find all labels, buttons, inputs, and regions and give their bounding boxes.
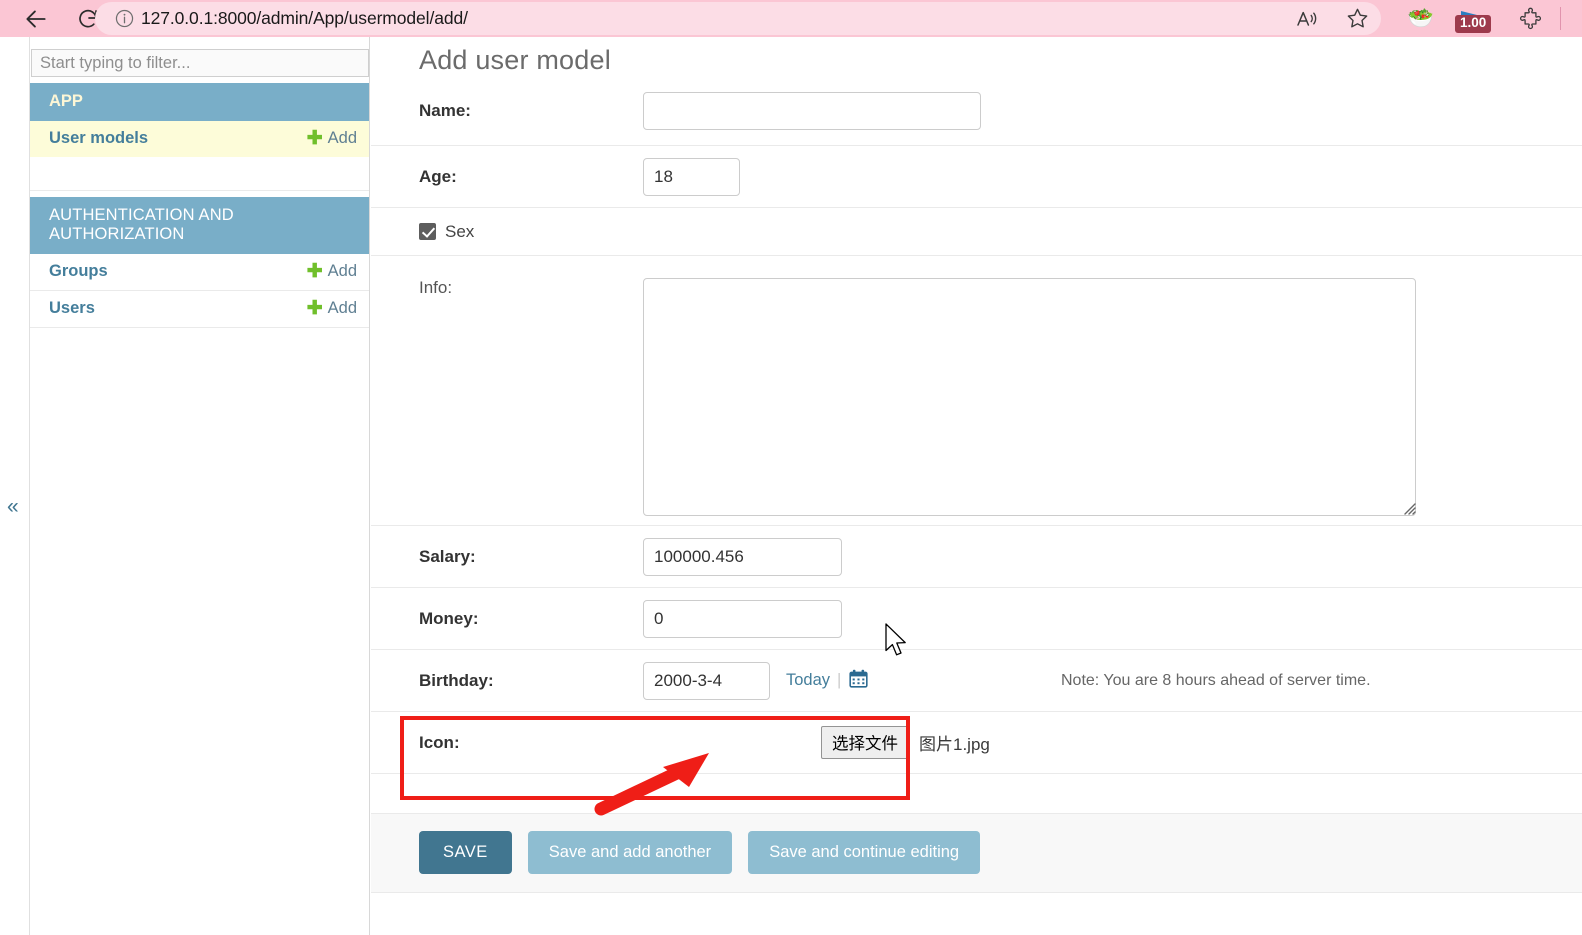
sidebar-group-header-auth: AUTHENTICATION AND AUTHORIZATION (30, 197, 369, 254)
flag-badge: 1.00 (1455, 15, 1492, 33)
add-label: Add (327, 299, 357, 317)
name-input[interactable] (643, 91, 981, 130)
sidebar-item-users[interactable]: Users ✚ Add (30, 291, 369, 328)
form-row-icon: Icon: 选择文件 图片1.jpg (371, 712, 1582, 774)
add-label: Add (327, 262, 357, 280)
address-bar[interactable]: 127.0.0.1:8000/admin/App/usermodel/add/ (95, 2, 1381, 35)
form-row-age: Age: (371, 146, 1582, 208)
age-input[interactable] (643, 157, 740, 196)
favorite-star-icon[interactable] (1338, 2, 1376, 35)
sidebar-item-label: Groups (49, 262, 108, 280)
submit-row: SAVE Save and add another Save and conti… (371, 814, 1582, 893)
shortcut-separator: | (837, 671, 842, 689)
sidebar-item-label: Users (49, 299, 95, 317)
today-link[interactable]: Today (786, 671, 830, 690)
page-body: « APP User models ✚ Add AUTHENTICATION A… (0, 37, 1582, 935)
sidebar-group-auth: AUTHENTICATION AND AUTHORIZATION Groups … (30, 197, 369, 328)
add-label: Add (327, 129, 357, 147)
sidebar-collapse-toggle[interactable]: « (7, 495, 19, 519)
sex-label[interactable]: Sex (445, 222, 474, 242)
sidebar-spacer (30, 157, 369, 191)
form-row-salary: Salary: (371, 526, 1582, 588)
salary-label: Salary: (419, 546, 476, 566)
name-label: Name: (419, 100, 471, 120)
birthday-label: Birthday: (419, 670, 494, 690)
url-text: 127.0.0.1:8000/admin/App/usermodel/add/ (141, 8, 468, 28)
info-label: Info: (419, 278, 453, 297)
main-content: Add user model Name: Age: Sex Info: (371, 37, 1582, 935)
sidebar-group-app: APP User models ✚ Add (30, 83, 369, 191)
plus-icon: ✚ (306, 128, 323, 149)
form-row-name: Name: (371, 76, 1582, 146)
site-info-icon[interactable] (107, 2, 141, 35)
form-row-money: Money: (371, 588, 1582, 650)
back-arrow-icon (23, 6, 49, 32)
add-users-link[interactable]: ✚ Add (307, 299, 357, 318)
form-row-info: Info: (371, 256, 1582, 526)
sidebar-item-user-models[interactable]: User models ✚ Add (30, 121, 369, 157)
selected-file-name: 图片1.jpg (919, 735, 990, 754)
age-label: Age: (419, 166, 457, 186)
date-shortcuts: Today | (786, 668, 869, 694)
sidebar-group-header-app: APP (30, 83, 369, 121)
sidebar-filter-input[interactable] (31, 49, 369, 77)
sidebar-item-groups[interactable]: Groups ✚ Add (30, 254, 369, 291)
save-button[interactable]: SAVE (419, 831, 512, 874)
page-title: Add user model (419, 45, 611, 75)
form-row-sex: Sex (371, 208, 1582, 256)
extensions-puzzle-icon[interactable] (1512, 2, 1550, 35)
read-aloud-icon[interactable] (1288, 2, 1326, 35)
form-row-filler (371, 774, 1582, 814)
plus-icon: ✚ (306, 298, 323, 319)
birthday-input[interactable] (643, 661, 770, 700)
add-groups-link[interactable]: ✚ Add (307, 262, 357, 281)
save-and-add-another-button[interactable]: Save and add another (527, 831, 733, 874)
calendar-icon[interactable] (848, 668, 869, 694)
timezone-note: Note: You are 8 hours ahead of server ti… (1061, 671, 1371, 689)
plus-icon: ✚ (306, 261, 323, 282)
admin-sidebar: APP User models ✚ Add AUTHENTICATION AND… (29, 37, 370, 935)
save-and-continue-editing-button[interactable]: Save and continue editing (748, 831, 981, 874)
form-row-birthday: Birthday: Today | (371, 650, 1582, 712)
sex-checkbox[interactable] (419, 223, 436, 240)
file-upload-widget: 选择文件 图片1.jpg (821, 726, 990, 759)
back-button[interactable] (14, 1, 58, 37)
salary-input[interactable] (643, 537, 842, 576)
toolbar-divider (1560, 7, 1561, 30)
choose-file-button[interactable]: 选择文件 (821, 726, 909, 759)
money-label: Money: (419, 608, 479, 628)
sidebar-item-label: User models (49, 129, 149, 147)
add-user-models-link[interactable]: ✚ Add (307, 129, 357, 148)
money-input[interactable] (643, 599, 842, 638)
browser-toolbar: 127.0.0.1:8000/admin/App/usermodel/add/ … (0, 0, 1582, 37)
icon-label: Icon: (419, 732, 460, 752)
info-textarea[interactable] (643, 278, 1416, 516)
salad-bowl-icon[interactable]: 🥗 (1402, 2, 1440, 35)
